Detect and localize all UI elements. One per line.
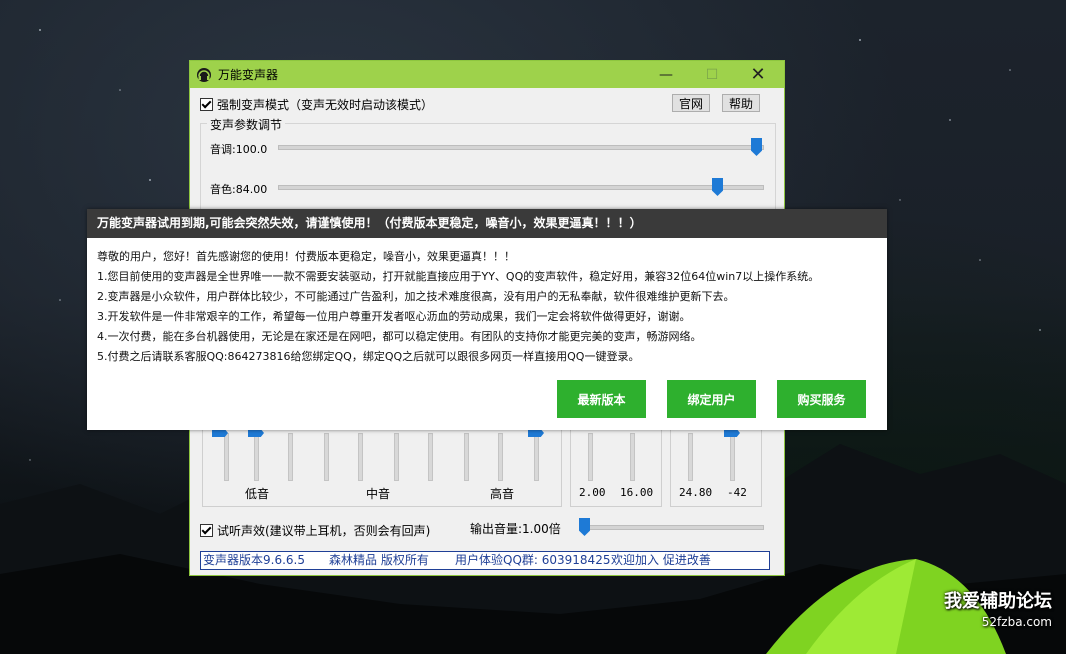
- params-group-title: 变声参数调节: [207, 116, 286, 133]
- params-group: [200, 123, 776, 215]
- effect-slider[interactable]: [630, 433, 635, 481]
- dialog-line: 3.开发软件是一件非常艰辛的工作，希望每一位用户尊重开发者呕心沥血的劳动成果，我…: [97, 310, 691, 323]
- eq-slider[interactable]: [324, 433, 329, 481]
- eq-low-label: 低音: [245, 487, 270, 501]
- dialog-message: 尊敬的用户，您好！首先感谢您的使用！付费版本更稳定，噪音小，效果更逼真！！！ 1…: [97, 247, 819, 367]
- minimize-button[interactable]: —: [643, 61, 689, 88]
- effect-slider[interactable]: [688, 433, 693, 481]
- dialog-line: 尊敬的用户，您好！首先感谢您的使用！付费版本更稳定，噪音小，效果更逼真！！！: [97, 250, 515, 263]
- eq-high-label: 高音: [490, 487, 515, 501]
- effect-value: -42: [727, 486, 747, 499]
- output-volume-label: 输出音量:1.00倍: [470, 522, 561, 536]
- official-site-button[interactable]: 官网: [672, 94, 711, 112]
- dialog-line: 4.一次付费，能在多台机器使用，无论是在家还是在网吧，都可以稳定使用。有团队的支…: [97, 330, 702, 343]
- eq-slider-thumb[interactable]: [248, 429, 264, 437]
- minimize-icon: —: [659, 66, 673, 83]
- eq-slider[interactable]: [254, 433, 259, 481]
- pitch-label: 音调:100.0: [210, 143, 268, 156]
- pitch-slider-track[interactable]: [278, 145, 764, 150]
- latest-version-button[interactable]: 最新版本: [557, 380, 646, 418]
- version-text: 变声器版本9.6.6.5: [203, 553, 305, 567]
- dialog-line: 2.变声器是小众软件，用户群体比较少，不可能通过广告盈利，加之技术难度很高，没有…: [97, 290, 735, 303]
- window-title: 万能变声器: [218, 68, 279, 82]
- effect-value: 24.80: [679, 486, 713, 499]
- force-mode-checkbox[interactable]: [200, 98, 213, 111]
- qq-group-text: 用户体验QQ群: 603918425: [455, 553, 611, 567]
- bind-user-button[interactable]: 绑定用户: [667, 380, 756, 418]
- eq-slider[interactable]: [428, 433, 433, 481]
- dialog-line: 1.您目前使用的变声器是全世界唯一一款不需要安装驱动，打开就能直接应用于YY、Q…: [97, 270, 820, 283]
- preview-option[interactable]: 试听声效(建议带上耳机，否则会有回声): [200, 522, 430, 539]
- close-icon: ✕: [750, 64, 766, 85]
- preview-checkbox[interactable]: [200, 524, 213, 537]
- watermark-title: 我爱辅助论坛: [944, 591, 1052, 612]
- output-volume-thumb[interactable]: [579, 518, 590, 536]
- copyright-text: 森林精品 版权所有: [329, 553, 429, 567]
- preview-label: 试听声效(建议带上耳机，否则会有回声): [217, 524, 431, 538]
- timbre-slider-track[interactable]: [278, 185, 764, 190]
- status-bar: 变声器版本9.6.6.5 森林精品 版权所有 用户体验QQ群: 60391842…: [200, 551, 770, 570]
- eq-slider[interactable]: [464, 433, 469, 481]
- headphones-icon: [197, 67, 211, 82]
- eq-slider[interactable]: [288, 433, 293, 481]
- force-mode-label: 强制变声模式（变声无效时启动该模式）: [217, 98, 434, 112]
- eq-slider[interactable]: [358, 433, 363, 481]
- eq-slider[interactable]: [498, 433, 503, 481]
- timbre-label: 音色:84.00: [210, 183, 268, 196]
- eq-slider[interactable]: [534, 433, 539, 481]
- eq-slider[interactable]: [224, 433, 229, 481]
- dialog-line: 5.付费之后请联系客服QQ:864273816给您绑定QQ，绑定QQ之后就可以跟…: [97, 350, 640, 363]
- buy-service-button[interactable]: 购买服务: [777, 380, 866, 418]
- title-bar[interactable]: 万能变声器 — ☐ ✕: [190, 61, 784, 88]
- dialog-header: 万能变声器试用到期,可能会突然失效，请谨慎使用！（付费版本更稳定，噪音小，效果更…: [87, 209, 887, 238]
- trial-expired-dialog: 万能变声器试用到期,可能会突然失效，请谨慎使用！（付费版本更稳定，噪音小，效果更…: [87, 209, 887, 430]
- output-volume-track[interactable]: [582, 525, 764, 530]
- maximize-button[interactable]: ☐: [689, 61, 735, 88]
- eq-slider-thumb[interactable]: [212, 429, 228, 437]
- effect-value: 16.00: [620, 486, 654, 499]
- effect-slider[interactable]: [588, 433, 593, 481]
- maximize-icon: ☐: [705, 66, 719, 83]
- eq-mid-label: 中音: [366, 487, 391, 501]
- effect-slider-thumb[interactable]: [724, 429, 740, 437]
- effect-slider[interactable]: [730, 433, 735, 481]
- help-button[interactable]: 帮助: [722, 94, 761, 112]
- eq-slider-thumb[interactable]: [528, 429, 544, 437]
- eq-slider[interactable]: [394, 433, 399, 481]
- effect-value: 2.00: [579, 486, 606, 499]
- watermark: 我爱辅助论坛 52fzba.com: [944, 592, 1052, 632]
- welcome-link[interactable]: 欢迎加入 促进改善: [611, 552, 711, 569]
- force-mode-option[interactable]: 强制变声模式（变声无效时启动该模式）: [200, 96, 433, 113]
- close-button[interactable]: ✕: [735, 61, 781, 88]
- watermark-url: 52fzba.com: [981, 615, 1052, 629]
